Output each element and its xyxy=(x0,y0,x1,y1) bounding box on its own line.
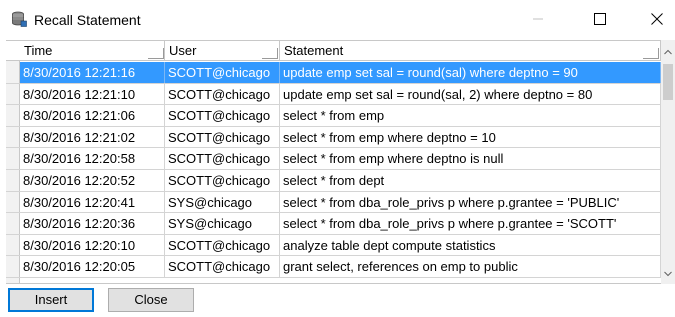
row-indicator[interactable] xyxy=(6,62,20,84)
grid-header: Time User Statement xyxy=(6,41,661,61)
cell-statement[interactable]: select * from dept xyxy=(280,170,661,191)
maximize-button[interactable] xyxy=(577,0,623,40)
cell-statement[interactable]: update emp set sal = round(sal) where de… xyxy=(280,62,661,83)
cell-statement[interactable]: select * from dba_role_privs p where p.g… xyxy=(280,213,661,234)
cell-statement[interactable]: select * from emp where deptno = 10 xyxy=(280,126,661,148)
cell-time[interactable]: 8/30/2016 12:20:41 xyxy=(20,191,165,213)
column-resize-handle[interactable] xyxy=(148,48,164,59)
table-row[interactable]: 8/30/2016 12:20:41 SYS@chicago select * fr… xyxy=(20,191,661,214)
statement-grid[interactable]: Time User Statement 8/30/2016 12:21:16 SC… xyxy=(6,40,675,284)
table-row[interactable]: 8/30/2016 12:21:16 SCOTT@chicago update em… xyxy=(20,62,661,84)
cell-statement[interactable]: analyze table dept compute statistics xyxy=(280,234,661,256)
table-row[interactable]: 8/30/2016 12:20:10 SCOTT@chicago analyze t… xyxy=(20,234,661,257)
minimize-button[interactable] xyxy=(515,0,561,40)
row-indicator[interactable] xyxy=(6,84,20,106)
cell-time[interactable]: 8/30/2016 12:21:06 xyxy=(20,105,165,126)
row-indicator[interactable] xyxy=(6,256,20,278)
cell-time[interactable]: 8/30/2016 12:20:58 xyxy=(20,148,165,169)
table-row[interactable]: 8/30/2016 12:21:10 SCOTT@chicago update em… xyxy=(20,83,661,106)
column-header-statement[interactable]: Statement xyxy=(280,41,661,61)
insert-button[interactable]: Insert xyxy=(8,288,94,312)
cell-time[interactable]: 8/30/2016 12:20:52 xyxy=(20,170,165,191)
cell-statement[interactable]: select * from emp xyxy=(280,105,661,126)
column-resize-handle[interactable] xyxy=(643,48,659,59)
table-row[interactable]: 8/30/2016 12:20:05 SCOTT@chicago grant sel… xyxy=(20,256,661,278)
cell-time[interactable]: 8/30/2016 12:21:10 xyxy=(20,83,165,105)
row-indicator[interactable] xyxy=(6,148,20,170)
chevron-up-icon xyxy=(664,43,672,58)
cell-user[interactable]: SYS@chicago xyxy=(165,213,280,234)
cell-time[interactable]: 8/30/2016 12:21:02 xyxy=(20,126,165,148)
cell-user[interactable]: SYS@chicago xyxy=(165,191,280,213)
chevron-down-icon xyxy=(664,265,672,280)
row-indicator[interactable] xyxy=(6,213,20,235)
cell-time[interactable]: 8/30/2016 12:20:10 xyxy=(20,234,165,256)
cell-user[interactable]: SCOTT@chicago xyxy=(165,148,280,169)
column-resize-handle[interactable] xyxy=(262,48,278,59)
minimize-icon xyxy=(532,13,544,28)
cell-time[interactable]: 8/30/2016 12:20:36 xyxy=(20,213,165,234)
cell-statement[interactable]: update emp set sal = round(sal, 2) where… xyxy=(280,83,661,105)
cell-user[interactable]: SCOTT@chicago xyxy=(165,256,280,277)
column-header-user[interactable]: User xyxy=(165,41,280,61)
cell-time[interactable]: 8/30/2016 12:20:05 xyxy=(20,256,165,277)
cell-time[interactable]: 8/30/2016 12:21:16 xyxy=(20,62,165,83)
table-row[interactable]: 8/30/2016 12:21:06 SCOTT@chicago select * … xyxy=(20,105,661,127)
table-row[interactable]: 8/30/2016 12:21:02 SCOTT@chicago select * … xyxy=(20,126,661,149)
cell-user[interactable]: SCOTT@chicago xyxy=(165,83,280,105)
table-row[interactable]: 8/30/2016 12:20:52 SCOTT@chicago select * … xyxy=(20,170,661,192)
cell-user[interactable]: SCOTT@chicago xyxy=(165,105,280,126)
row-indicator[interactable] xyxy=(6,105,20,127)
row-indicator[interactable] xyxy=(6,127,20,149)
cell-user[interactable]: SCOTT@chicago xyxy=(165,126,280,148)
close-button[interactable]: Close xyxy=(108,288,194,312)
row-indicator[interactable] xyxy=(6,192,20,214)
cell-statement[interactable]: select * from dba_role_privs p where p.g… xyxy=(280,191,661,213)
scroll-up-button[interactable] xyxy=(661,42,675,58)
maximize-icon xyxy=(594,12,606,28)
window-title: Recall Statement xyxy=(34,12,141,28)
scroll-down-button[interactable] xyxy=(661,264,675,280)
cell-statement[interactable]: grant select, references on emp to publi… xyxy=(280,256,661,277)
scrollbar-thumb[interactable] xyxy=(663,64,673,100)
vertical-scrollbar[interactable] xyxy=(661,40,675,284)
row-indicator[interactable] xyxy=(6,235,20,257)
table-row[interactable]: 8/30/2016 12:20:36 SYS@chicago select * fr… xyxy=(20,213,661,235)
close-window-button[interactable] xyxy=(634,0,675,40)
row-indicator[interactable] xyxy=(6,170,20,192)
cell-statement[interactable]: select * from emp where deptno is null xyxy=(280,148,661,169)
column-header-time[interactable]: Time xyxy=(20,41,165,61)
table-row[interactable]: 8/30/2016 12:20:58 SCOTT@chicago select * … xyxy=(20,148,661,170)
close-icon xyxy=(651,12,663,28)
cell-user[interactable]: SCOTT@chicago xyxy=(165,170,280,191)
cell-user[interactable]: SCOTT@chicago xyxy=(165,234,280,256)
database-stack-icon xyxy=(11,11,27,27)
title-bar: Recall Statement xyxy=(0,0,675,40)
cell-user[interactable]: SCOTT@chicago xyxy=(165,62,280,83)
